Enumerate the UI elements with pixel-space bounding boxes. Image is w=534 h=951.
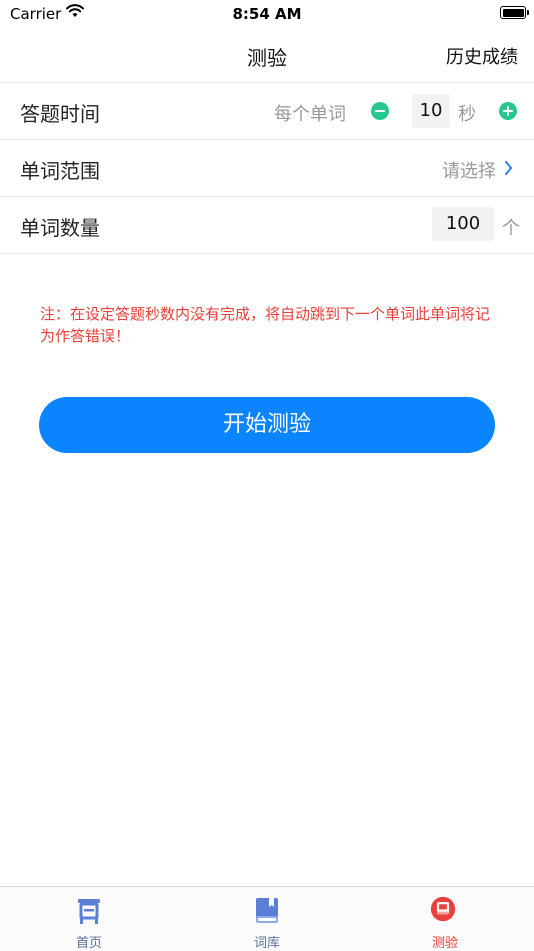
- chevron-right-icon: [505, 161, 512, 175]
- battery-icon: [500, 6, 529, 19]
- start-test-button[interactable]: 开始测验: [39, 397, 495, 453]
- nav-bar: 测验 历史成绩: [0, 28, 534, 83]
- word-count-row: 单词数量 100 个: [0, 197, 534, 254]
- minus-icon: [375, 110, 385, 112]
- seconds-unit-label: 秒: [458, 104, 476, 125]
- tab-library-label: 词库: [253, 936, 280, 951]
- timeout-note: 注：在设定答题秒数内没有完成，将自动跳到下一个单词此单词将记为作答错误！: [40, 305, 491, 345]
- answer-time-label: 答题时间: [20, 102, 100, 126]
- tab-library[interactable]: 词库: [178, 887, 356, 951]
- word-range-select[interactable]: 请选择: [442, 157, 496, 183]
- history-scores-button[interactable]: 历史成绩: [446, 43, 518, 69]
- test-icon: [430, 896, 456, 922]
- time-value-field[interactable]: 10: [412, 94, 450, 128]
- tab-home-label: 首页: [75, 936, 102, 951]
- word-range-label: 单词范围: [20, 159, 100, 183]
- word-count-unit-label: 个: [502, 218, 520, 239]
- home-icon: [78, 899, 100, 924]
- book-icon: [256, 898, 278, 923]
- word-count-field[interactable]: 100: [432, 207, 494, 241]
- status-time: 8:54 AM: [232, 5, 302, 23]
- word-range-row[interactable]: 单词范围 请选择: [0, 140, 534, 197]
- word-count-label: 单词数量: [20, 216, 100, 240]
- tab-test[interactable]: 测验: [356, 887, 534, 951]
- decrease-time-button[interactable]: [371, 102, 389, 120]
- tab-home[interactable]: 首页: [0, 887, 178, 951]
- increase-time-button[interactable]: [499, 102, 517, 120]
- tab-bar: 首页 词库 测验: [0, 886, 534, 951]
- per-word-label: 每个单词: [274, 104, 346, 125]
- answer-time-row: 答题时间 每个单词 10 秒: [0, 83, 534, 140]
- tab-test-label: 测验: [431, 936, 458, 951]
- status-bar: Carrier 8:54 AM: [0, 0, 534, 28]
